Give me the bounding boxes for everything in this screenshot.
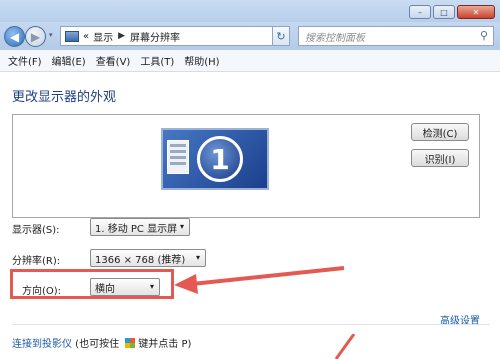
monitor-number-badge: 1 xyxy=(197,136,243,182)
minimize-button[interactable]: – xyxy=(409,5,431,19)
forward-button[interactable]: ▶ xyxy=(25,26,46,47)
forward-arrow-icon: ▶ xyxy=(30,29,41,44)
menu-edit[interactable]: 编辑(E) xyxy=(52,53,86,68)
search-icon[interactable]: ⚲ xyxy=(480,29,488,42)
monitor-1-thumbnail[interactable]: 1 xyxy=(161,128,269,190)
breadcrumb-separator-icon[interactable]: ▶ xyxy=(118,31,125,41)
menu-view[interactable]: 查看(V) xyxy=(96,53,131,68)
resolution-select-value: 1366 × 768 (推荐) xyxy=(95,254,186,266)
menu-bar: 文件(F) 编辑(E) 查看(V) 工具(T) 帮助(H) xyxy=(0,50,500,72)
title-bar: – □ ✕ xyxy=(0,0,500,22)
search-box[interactable]: 搜索控制面板 ⚲ xyxy=(298,26,494,46)
divider xyxy=(12,324,490,325)
close-button[interactable]: ✕ xyxy=(457,5,495,19)
display-select-value: 1. 移动 PC 显示屏 xyxy=(95,223,178,235)
breadcrumb-screen-resolution[interactable]: 屏幕分辨率 xyxy=(130,29,180,44)
menu-tools[interactable]: 工具(T) xyxy=(140,53,174,68)
control-panel-icon xyxy=(65,30,79,42)
page-title: 更改显示器的外观 xyxy=(12,90,117,105)
display-label: 显示器(S): xyxy=(12,225,60,236)
content-area: 更改显示器的外观 1 检测(C) 识别(I) 显示器(S): 1. 移动 PC … xyxy=(0,72,500,359)
back-arrow-icon: ◀ xyxy=(9,29,20,44)
refresh-button[interactable]: ↻ xyxy=(272,26,290,46)
projector-hint: 连接到投影仪 (也可按住 键并点击 P) xyxy=(12,335,191,350)
windows-logo-icon xyxy=(125,338,136,348)
identify-button[interactable]: 识别(I) xyxy=(411,149,469,167)
connect-projector-link[interactable]: 连接到投影仪 xyxy=(12,339,72,350)
orientation-highlight-box xyxy=(10,269,174,299)
refresh-icon: ↻ xyxy=(276,29,286,43)
annotation-arrow-icon xyxy=(174,266,345,294)
breadcrumb-display[interactable]: 显示 xyxy=(93,29,113,44)
address-chevrons[interactable]: « xyxy=(83,31,89,42)
display-preview: 1 检测(C) 识别(I) xyxy=(12,114,480,218)
address-toolbar: ◀ ▶ ▾ « 显示 ▶ 屏幕分辨率 ▾ ↻ 搜索控制面板 ⚲ xyxy=(0,22,500,50)
desktop-window-icon xyxy=(167,140,189,174)
menu-help[interactable]: 帮助(H) xyxy=(184,53,219,68)
annotation-arrow-tail-icon xyxy=(334,334,356,359)
display-select[interactable]: 1. 移动 PC 显示屏 ▾ xyxy=(90,218,190,236)
chevron-down-icon: ▾ xyxy=(179,222,184,231)
back-button[interactable]: ◀ xyxy=(4,26,25,47)
projector-hint-suffix: 键并点击 P) xyxy=(138,339,192,350)
address-bar[interactable]: « 显示 ▶ 屏幕分辨率 ▾ xyxy=(60,26,290,46)
detect-button[interactable]: 检测(C) xyxy=(411,123,469,141)
recent-pages-dropdown-icon[interactable]: ▾ xyxy=(49,31,53,39)
search-placeholder[interactable]: 搜索控制面板 xyxy=(305,29,365,44)
maximize-button[interactable]: □ xyxy=(433,5,455,19)
resolution-label: 分辨率(R): xyxy=(12,256,61,267)
menu-file[interactable]: 文件(F) xyxy=(8,53,42,68)
projector-hint-prefix: (也可按住 xyxy=(72,339,123,350)
